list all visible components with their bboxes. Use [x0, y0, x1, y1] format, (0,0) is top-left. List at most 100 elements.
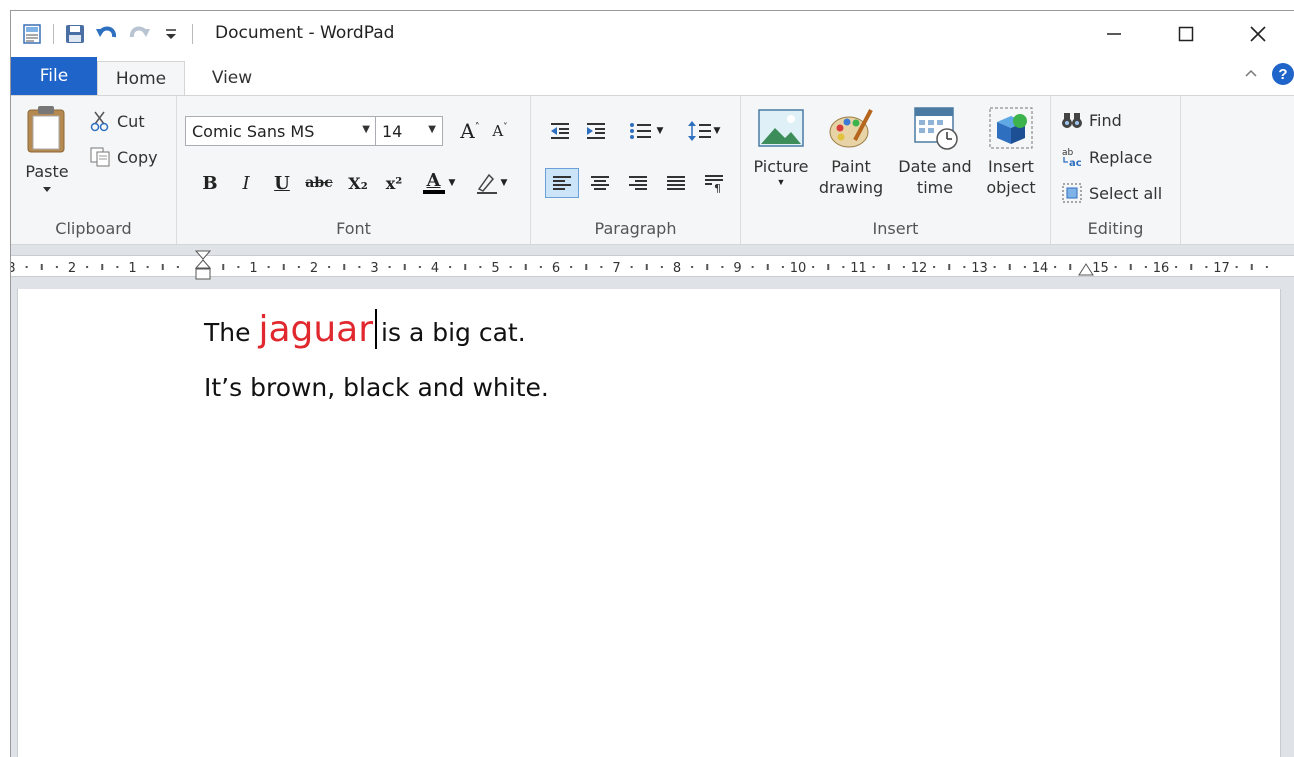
ruler-tick [706, 264, 709, 270]
bullet-list-button[interactable]: ▼ [623, 116, 669, 146]
ruler-number: 4 [431, 261, 439, 276]
select-all-icon [1062, 183, 1082, 203]
grow-font-button[interactable]: A˄ [457, 116, 483, 146]
paint-drawing-button[interactable]: Paint drawing [819, 106, 883, 198]
increase-indent-button[interactable] [581, 116, 611, 146]
paste-dropdown-icon[interactable] [42, 185, 52, 193]
font-size-select[interactable]: 14 ▼ [375, 116, 443, 146]
window-title: Document - WordPad [215, 23, 395, 43]
align-center-button[interactable] [585, 168, 615, 198]
shrink-font-button[interactable]: A˅ [487, 116, 513, 146]
date-time-button[interactable]: Date and time [897, 106, 973, 198]
underline-button[interactable]: U [267, 168, 297, 198]
insert-object-label-2: object [986, 178, 1036, 197]
right-indent-marker-icon[interactable] [1078, 263, 1094, 277]
document-line-2[interactable]: It’s brown, black and white. [204, 373, 549, 402]
ruler-tick [146, 266, 149, 268]
justify-button[interactable] [661, 168, 691, 198]
highlighted-word[interactable]: jaguar [258, 309, 373, 350]
svg-text:ab: ab [1062, 148, 1074, 158]
subscript-button[interactable]: X₂ [343, 168, 373, 198]
ruler-tick [1069, 264, 1072, 270]
picture-button[interactable]: Picture ▼ [751, 106, 811, 187]
ruler-tick [645, 264, 648, 270]
paint-palette-icon [829, 109, 873, 148]
ruler-tick [1144, 266, 1147, 268]
document-line-1[interactable]: The jaguar is a big cat. [204, 309, 526, 350]
ruler-tick [585, 264, 588, 270]
decrease-indent-button[interactable] [545, 116, 575, 146]
svg-text:ac: ac [1069, 158, 1082, 168]
font-color-button[interactable]: A ▼ [417, 168, 461, 198]
replace-button[interactable]: ab ac Replace [1061, 146, 1152, 169]
align-right-button[interactable] [623, 168, 653, 198]
ruler-tick [721, 266, 724, 268]
document-page[interactable]: The jaguar is a big cat. It’s brown, blac… [17, 289, 1281, 757]
wordpad-window: Document - WordPad File Home View ? Past… [10, 10, 1294, 757]
ruler-number: 5 [491, 261, 499, 276]
maximize-button[interactable] [1150, 11, 1222, 57]
italic-button[interactable]: I [231, 168, 261, 198]
font-group: Comic Sans MS ▼ 14 ▼ A˄ A˅ B I U abc X₂ … [177, 96, 531, 244]
ruler-number: 2 [68, 261, 76, 276]
ruler[interactable]: 3211234567891011121314151617 [11, 245, 1294, 289]
insert-object-button[interactable]: Insert object [981, 106, 1041, 198]
ruler-tick [1175, 266, 1178, 268]
date-time-label-1: Date and [898, 157, 972, 176]
cut-button[interactable]: Cut [89, 110, 145, 132]
redo-icon[interactable] [126, 21, 152, 47]
paragraph-settings-button[interactable]: ¶ [699, 168, 729, 198]
ruler-tick [343, 264, 346, 270]
ruler-tick [1008, 264, 1011, 270]
help-icon[interactable]: ? [1272, 63, 1294, 85]
select-all-button[interactable]: Select all [1061, 182, 1162, 204]
line1-text-after: is a big cat. [381, 318, 526, 347]
ruler-tick [600, 266, 603, 268]
line-spacing-button[interactable]: ▼ [681, 116, 727, 146]
paste-button[interactable]: Paste [19, 104, 75, 208]
ruler-tick [842, 266, 845, 268]
minimize-button[interactable] [1078, 11, 1150, 57]
font-family-select[interactable]: Comic Sans MS ▼ [185, 116, 377, 146]
wordpad-app-icon[interactable] [19, 21, 45, 47]
strikethrough-button[interactable]: abc [301, 168, 337, 198]
find-button[interactable]: Find [1061, 110, 1122, 130]
chevron-down-icon: ▼ [656, 126, 664, 136]
ruler-tick [1265, 266, 1268, 268]
copy-label: Copy [117, 147, 158, 167]
save-icon[interactable] [62, 21, 88, 47]
highlight-color-button[interactable]: ▼ [469, 168, 513, 198]
ruler-tick [328, 266, 331, 268]
align-center-icon [591, 176, 609, 190]
bold-button[interactable]: B [195, 168, 225, 198]
ruler-tick [267, 266, 270, 268]
close-button[interactable] [1222, 11, 1294, 57]
ruler-tick [524, 264, 527, 270]
clipboard-group-label: Clipboard [55, 219, 132, 238]
copy-button[interactable]: Copy [89, 146, 158, 168]
ruler-tick [1129, 264, 1132, 270]
tab-file[interactable]: File [11, 57, 97, 95]
ruler-tick [1250, 264, 1253, 270]
ruler-number: 1 [128, 261, 136, 276]
tab-view[interactable]: View [197, 61, 267, 95]
insert-group-label: Insert [872, 219, 919, 238]
customize-qat-icon[interactable] [158, 21, 184, 47]
tab-home[interactable]: Home [97, 61, 185, 95]
replace-icon: ab ac [1062, 148, 1082, 168]
collapse-ribbon-icon[interactable] [1244, 65, 1258, 83]
ruler-number: 3 [11, 261, 16, 276]
align-left-button[interactable] [545, 168, 579, 198]
ruler-tick [993, 266, 996, 268]
left-indent-marker-icon[interactable] [195, 250, 211, 284]
undo-icon[interactable] [94, 21, 120, 47]
calendar-clock-icon [914, 107, 958, 150]
paragraph-group: ▼ ▼ ¶ Paragraph [531, 96, 741, 244]
ruler-number: 15 [1092, 261, 1109, 276]
paragraph-icon: ¶ [705, 175, 723, 193]
clipboard-group: Paste Cut Copy Clipboard [11, 96, 177, 244]
ruler-tick [1205, 266, 1208, 268]
superscript-button[interactable]: x² [379, 168, 409, 198]
ruler-number: 8 [673, 261, 681, 276]
ruler-tick [766, 264, 769, 270]
